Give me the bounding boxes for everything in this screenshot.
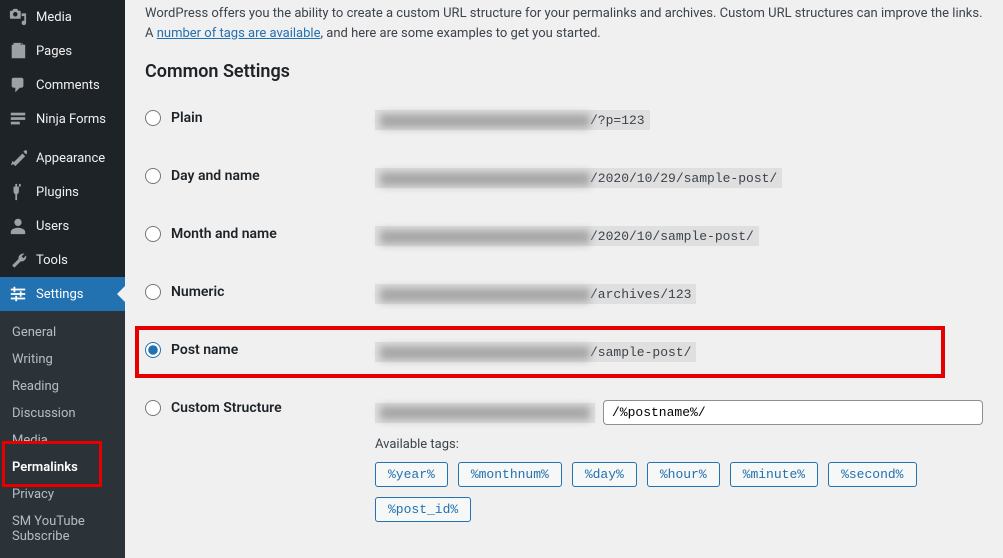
intro-link[interactable]: number of tags are available	[157, 26, 321, 41]
sidebar-item-label: Ninja Forms	[36, 112, 106, 127]
submenu-reading[interactable]: Reading	[0, 373, 125, 400]
permalinks-highlight-box	[2, 441, 102, 487]
sidebar-item-ninja-forms[interactable]: Ninja Forms	[0, 102, 125, 136]
sidebar-item-label: Comments	[36, 78, 100, 93]
sidebar-item-appearance[interactable]: Appearance	[0, 141, 125, 175]
option-label: Month and name	[171, 226, 277, 242]
tag-minute[interactable]: %minute%	[730, 462, 818, 487]
tag-year[interactable]: %year%	[375, 462, 448, 487]
example-url-numeric: /archives/123	[375, 284, 696, 304]
users-icon	[8, 217, 28, 235]
available-tags-label: Available tags:	[375, 437, 983, 452]
intro-part2: , and here are some examples to get you …	[320, 26, 600, 41]
submenu-sm-youtube[interactable]: SM YouTube Subscribe	[0, 508, 125, 550]
sidebar-item-label: Plugins	[36, 185, 79, 200]
submenu-discussion[interactable]: Discussion	[0, 400, 125, 427]
sidebar-item-plugins[interactable]: Plugins	[0, 175, 125, 209]
section-title: Common Settings	[145, 61, 983, 82]
settings-icon	[8, 285, 28, 303]
forms-icon	[8, 110, 28, 128]
radio-post-name[interactable]	[145, 342, 161, 358]
option-label: Plain	[171, 110, 203, 126]
option-label: Day and name	[171, 168, 260, 184]
option-month-name: Month and name /2020/10/sample-post/	[145, 216, 983, 274]
sidebar-item-label: Users	[36, 219, 69, 234]
plugins-icon	[8, 183, 28, 201]
admin-sidebar: Media Pages Comments Ninja Forms Appeara…	[0, 0, 125, 539]
submenu-general[interactable]: General	[0, 319, 125, 346]
option-label: Post name	[171, 342, 238, 358]
example-url-post-name: /sample-post/	[375, 342, 696, 362]
sidebar-item-pages[interactable]: Pages	[0, 34, 125, 68]
custom-structure-input[interactable]	[603, 400, 983, 425]
tag-post-id[interactable]: %post_id%	[375, 497, 471, 522]
main-content: WordPress offers you the ability to crea…	[125, 0, 1003, 539]
tools-icon	[8, 251, 28, 269]
example-url-plain: /?p=123	[375, 110, 650, 130]
tag-hour[interactable]: %hour%	[647, 462, 720, 487]
radio-numeric[interactable]	[145, 284, 161, 300]
sidebar-item-label: Appearance	[36, 151, 105, 166]
media-icon	[8, 8, 28, 26]
radio-day-name[interactable]	[145, 168, 161, 184]
example-url-custom-base	[375, 403, 595, 423]
option-custom: Custom Structure Available tags: %year% …	[145, 390, 983, 532]
option-label: Custom Structure	[171, 400, 282, 416]
intro-text: WordPress offers you the ability to crea…	[145, 4, 983, 43]
settings-submenu: General Writing Reading Discussion Media…	[0, 311, 125, 558]
appearance-icon	[8, 149, 28, 167]
tag-buttons: %year% %monthnum% %day% %hour% %minute% …	[375, 462, 983, 522]
radio-custom[interactable]	[145, 400, 161, 416]
sidebar-item-label: Pages	[36, 44, 72, 59]
radio-month-name[interactable]	[145, 226, 161, 242]
sidebar-item-comments[interactable]: Comments	[0, 68, 125, 102]
radio-plain[interactable]	[145, 110, 161, 126]
option-post-name: Post name /sample-post/	[145, 332, 983, 390]
sidebar-item-label: Media	[36, 10, 72, 25]
pages-icon	[8, 42, 28, 60]
sidebar-item-settings[interactable]: Settings	[0, 277, 125, 311]
option-day-name: Day and name /2020/10/29/sample-post/	[145, 158, 983, 216]
sidebar-item-label: Settings	[36, 287, 83, 302]
sidebar-item-label: Tools	[36, 253, 68, 268]
option-label: Numeric	[171, 284, 224, 300]
sidebar-item-media[interactable]: Media	[0, 0, 125, 34]
sidebar-item-tools[interactable]: Tools	[0, 243, 125, 277]
sidebar-item-users[interactable]: Users	[0, 209, 125, 243]
option-plain: Plain /?p=123	[145, 100, 983, 158]
tag-second[interactable]: %second%	[828, 462, 916, 487]
option-numeric: Numeric /archives/123	[145, 274, 983, 332]
example-url-day-name: /2020/10/29/sample-post/	[375, 168, 782, 188]
tag-day[interactable]: %day%	[572, 462, 637, 487]
tag-monthnum[interactable]: %monthnum%	[458, 462, 562, 487]
submenu-writing[interactable]: Writing	[0, 346, 125, 373]
comments-icon	[8, 76, 28, 94]
example-url-month-name: /2020/10/sample-post/	[375, 226, 759, 246]
